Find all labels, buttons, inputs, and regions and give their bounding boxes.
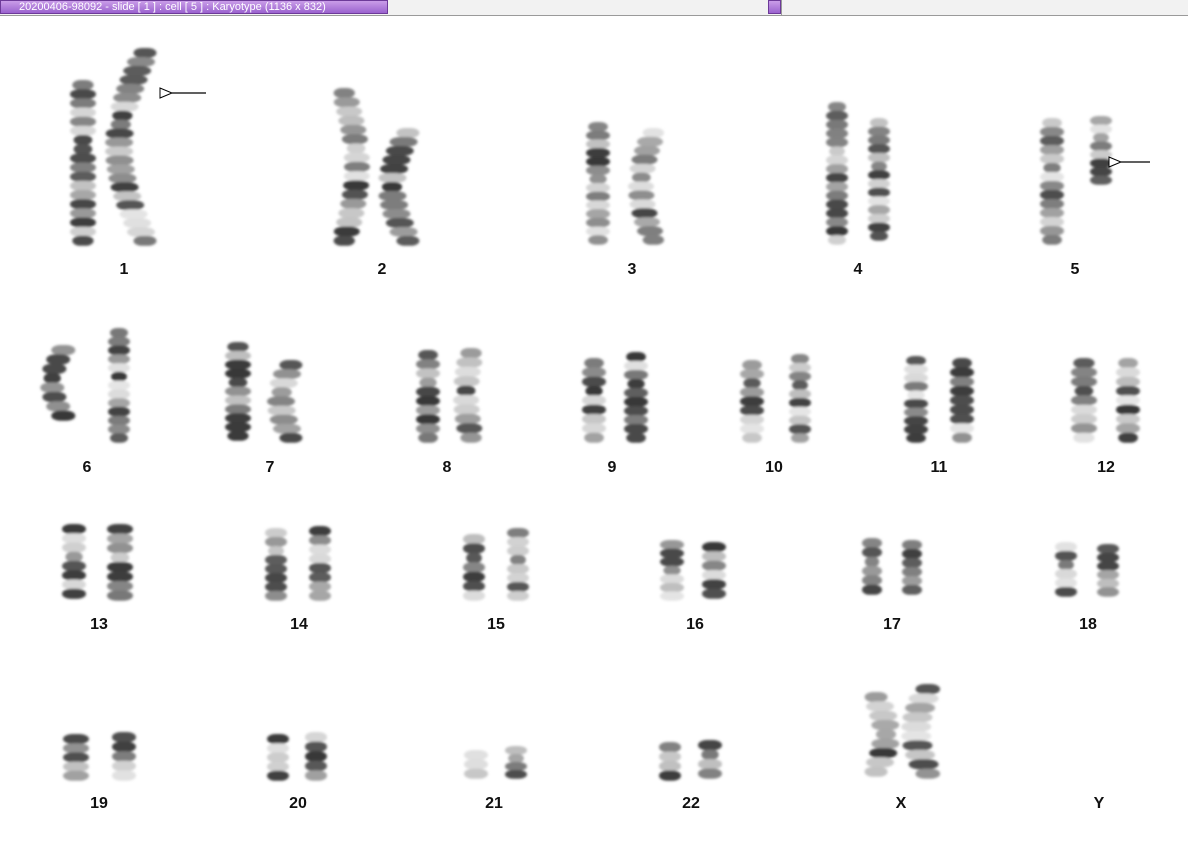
chromosome-5-homolog-1 [1040,118,1064,245]
chromosome-6-homolog-2 [108,328,130,443]
chromosome-20-homolog-1 [267,734,289,781]
chromosome-12-homolog-2 [1116,358,1140,443]
chromosome-18-homolog-1 [1055,542,1077,597]
chromosome-16-homolog-2 [702,542,726,599]
chromosome-17-homolog-2 [902,540,922,595]
chromosome-6-homolog-1 [40,345,76,421]
chromosome-15-homolog-1 [463,534,485,601]
chromosome-label-8: 8 [443,459,452,476]
chromosome-2-homolog-1 [333,88,370,246]
chromosome-label-6: 6 [83,459,92,476]
chromosome-2-homolog-2 [378,128,420,246]
chromosome-label-Y: Y [1094,795,1105,812]
karyotype-canvas: 1 2 3 4 56 7 8 9 10 11 1213 14 15 16 17 1819 20 21 22 X Y [40,48,1150,812]
chromosome-13-homolog-2 [107,524,133,601]
chromosome-1-homolog-1 [70,80,96,246]
chromosome-label-17: 17 [883,616,901,633]
chromosome-label-2: 2 [378,261,387,278]
chromosome-label-11: 11 [931,459,948,476]
chromosome-10-homolog-1 [740,360,764,443]
chromosome-label-5: 5 [1071,261,1080,278]
chromosome-5-homolog-2 [1090,116,1112,185]
window-title-tab[interactable]: 20200406-98092 - slide [ 1 ] : cell [ 5 … [0,0,388,14]
chromosome-label-X: X [896,795,907,812]
chromosome-14-homolog-2 [309,526,331,601]
chromosome-label-13: 13 [90,616,108,633]
chromosome-16-homolog-1 [660,540,684,601]
chromosome-17-homolog-1 [862,538,882,595]
title-bar: 20200406-98092 - slide [ 1 ] : cell [ 5 … [0,0,1188,16]
chromosome-11-homolog-2 [950,358,974,443]
chromosome-12-homolog-1 [1071,358,1097,443]
chromosome-label-18: 18 [1079,616,1097,633]
chromosome-label-3: 3 [628,261,637,278]
chromosome-3-homolog-2 [628,128,664,245]
chromosome-20-homolog-2 [305,732,327,781]
chromosome-label-10: 10 [765,459,783,476]
chromosome-X-homolog-2 [901,684,941,779]
chromosome-label-14: 14 [290,616,308,633]
horizontal-scroll-thumb[interactable] [768,0,781,14]
chromosome-label-4: 4 [854,261,863,278]
chromosome-label-21: 21 [485,795,503,812]
chromosome-15-homolog-2 [507,528,529,601]
chromosome-7-homolog-1 [225,342,251,441]
chromosome-7-homolog-2 [267,360,303,443]
chromosome-4-homolog-2 [868,118,890,241]
chromosome-label-15: 15 [487,616,505,633]
chromosome-14-homolog-1 [265,528,287,601]
chromosome-10-homolog-2 [789,354,811,443]
chromosome-4-homolog-1 [826,102,848,245]
chromosome-label-1: 1 [120,261,129,278]
chromosome-19-homolog-1 [63,734,89,781]
chromosome-label-16: 16 [686,616,704,633]
chromosome-22-homolog-2 [698,740,722,779]
chromosome-9-homolog-2 [624,352,648,443]
chromosome-label-9: 9 [608,459,617,476]
chromosome-label-7: 7 [266,459,275,476]
chromosome-18-homolog-2 [1097,544,1119,597]
chromosome-19-homolog-2 [112,732,136,781]
chromosome-21-homolog-1 [464,750,488,779]
chromosome-8-homolog-1 [416,350,440,443]
chromosome-11-homolog-1 [904,356,928,443]
chromosome-label-19: 19 [90,795,108,812]
chromosome-X-homolog-1 [864,692,900,777]
chromosome-label-20: 20 [289,795,307,812]
chromosome-21-homolog-2 [505,746,527,779]
chromosome-1-homolog-2 [105,48,157,246]
chromosome-8-homolog-2 [453,348,483,443]
chromosome-3-homolog-1 [586,122,610,245]
title-bar-divider [781,0,782,15]
chromosome-label-22: 22 [682,795,700,812]
chromosome-13-homolog-1 [62,524,86,599]
chromosome-label-12: 12 [1097,459,1115,476]
chromosome-9-homolog-1 [582,358,606,443]
chromosome-22-homolog-1 [659,742,681,781]
